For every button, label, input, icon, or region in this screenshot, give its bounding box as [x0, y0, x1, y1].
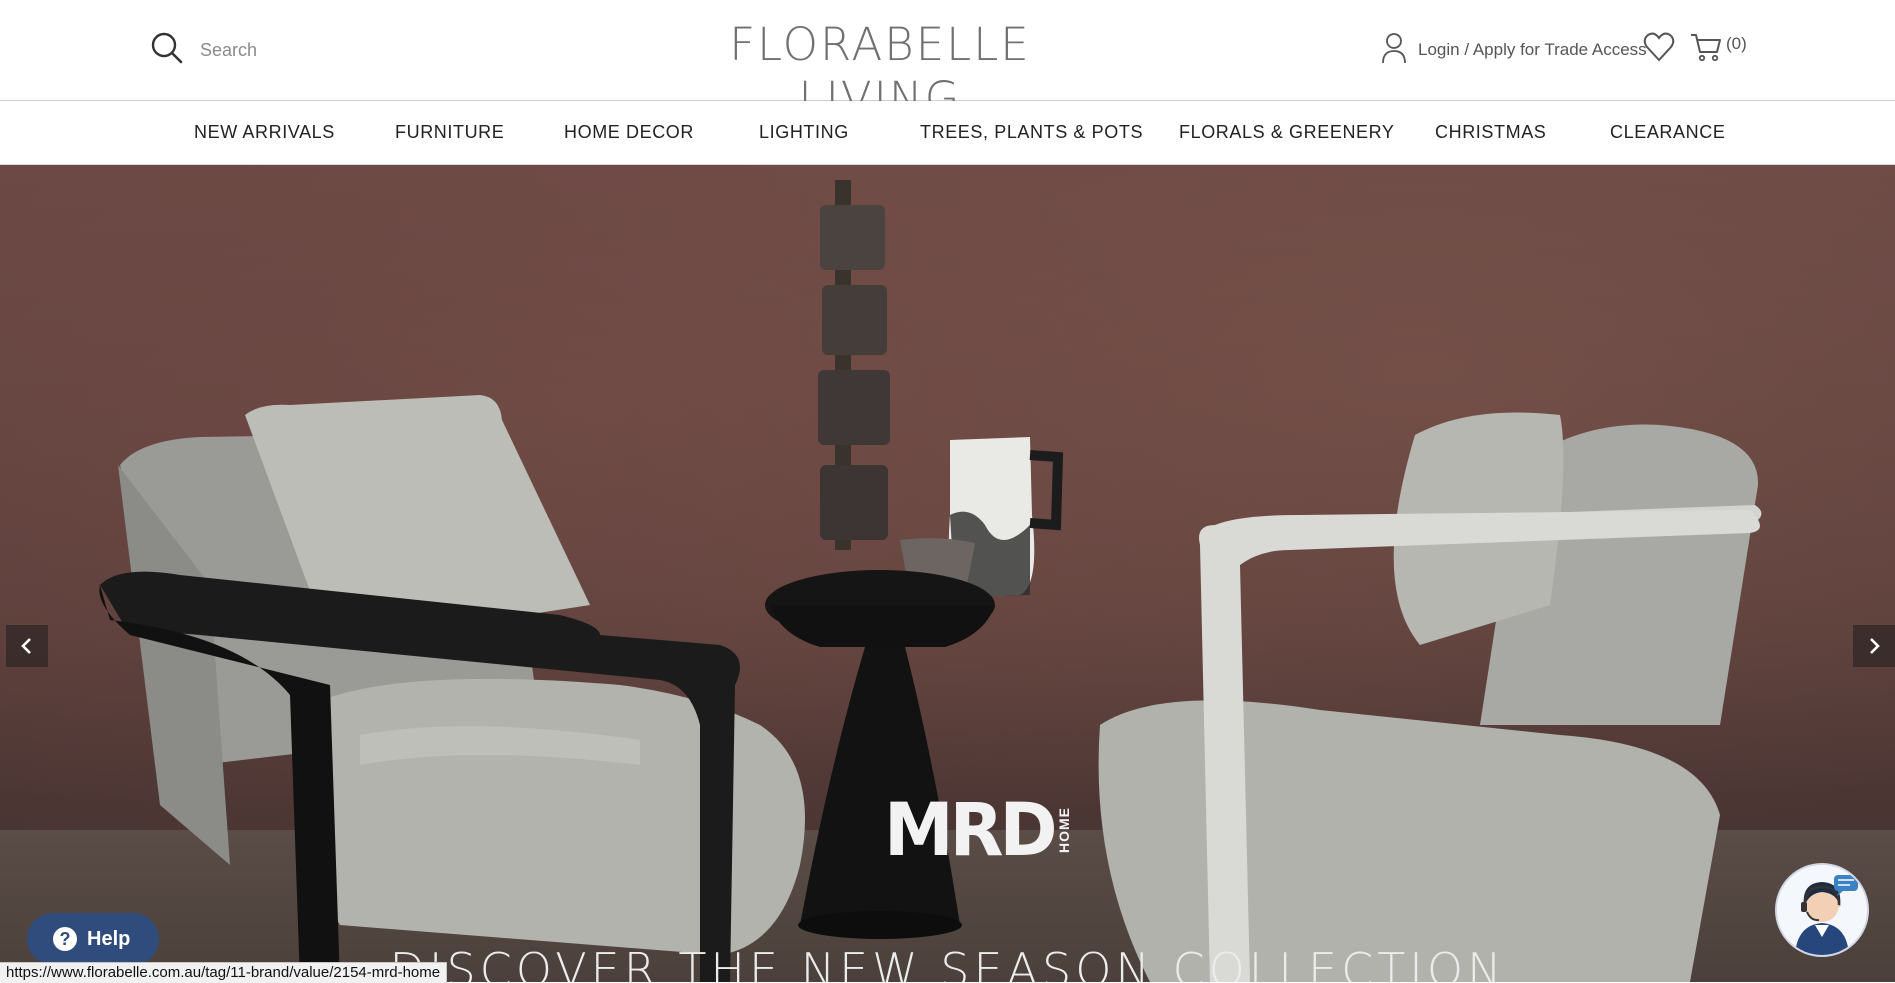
main-navigation: NEW ARRIVALS FURNITURE HOME DECOR LIGHTI… — [0, 101, 1895, 165]
chevron-right-icon — [1870, 638, 1880, 654]
help-label: Help — [87, 927, 131, 950]
heart-icon[interactable] — [1643, 32, 1675, 62]
status-bar-url: https://www.florabelle.com.au/tag/11-bra… — [0, 962, 448, 983]
site-header: FLORABELLE LIVING Login / Apply for Trad… — [0, 0, 1895, 125]
chevron-left-icon — [21, 638, 31, 654]
slider-prev-button[interactable] — [6, 625, 48, 667]
search-input[interactable] — [198, 38, 522, 62]
brand-name: MRD — [884, 786, 1058, 874]
nav-florals-greenery[interactable]: FLORALS & GREENERY — [1179, 101, 1395, 164]
hero-slider[interactable]: MRD HOME DISCOVER THE NEW SEASON COLLECT… — [0, 165, 1895, 982]
brand-subname: HOME — [1055, 807, 1072, 853]
nav-christmas[interactable]: CHRISTMAS — [1435, 101, 1546, 164]
nav-furniture[interactable]: FURNITURE — [395, 101, 504, 164]
nav-home-decor[interactable]: HOME DECOR — [564, 101, 694, 164]
cart-icon[interactable] — [1690, 32, 1722, 62]
nav-trees-plants-pots[interactable]: TREES, PLANTS & POTS — [920, 101, 1143, 164]
search-icon[interactable] — [150, 31, 184, 70]
right-armchair — [1098, 412, 1762, 982]
nav-clearance[interactable]: CLEARANCE — [1610, 101, 1725, 164]
search-bar[interactable] — [150, 30, 522, 70]
help-icon: ? — [53, 927, 77, 951]
account-area[interactable]: Login / Apply for Trade Access — [1380, 30, 1647, 70]
chat-agent-icon[interactable] — [1775, 863, 1869, 957]
site-logo[interactable]: FLORABELLE LIVING — [660, 18, 1100, 125]
cart-count[interactable]: (0) — [1726, 34, 1747, 54]
login-trade-link[interactable]: Login / Apply for Trade Access — [1418, 40, 1647, 60]
user-icon[interactable] — [1380, 32, 1408, 69]
nav-new-arrivals[interactable]: NEW ARRIVALS — [194, 101, 335, 164]
slider-next-button[interactable] — [1853, 625, 1895, 667]
nav-lighting[interactable]: LIGHTING — [759, 101, 849, 164]
brand-logo[interactable]: MRD HOME — [884, 786, 1072, 874]
left-armchair — [99, 395, 805, 982]
help-button[interactable]: ? Help — [27, 913, 159, 965]
